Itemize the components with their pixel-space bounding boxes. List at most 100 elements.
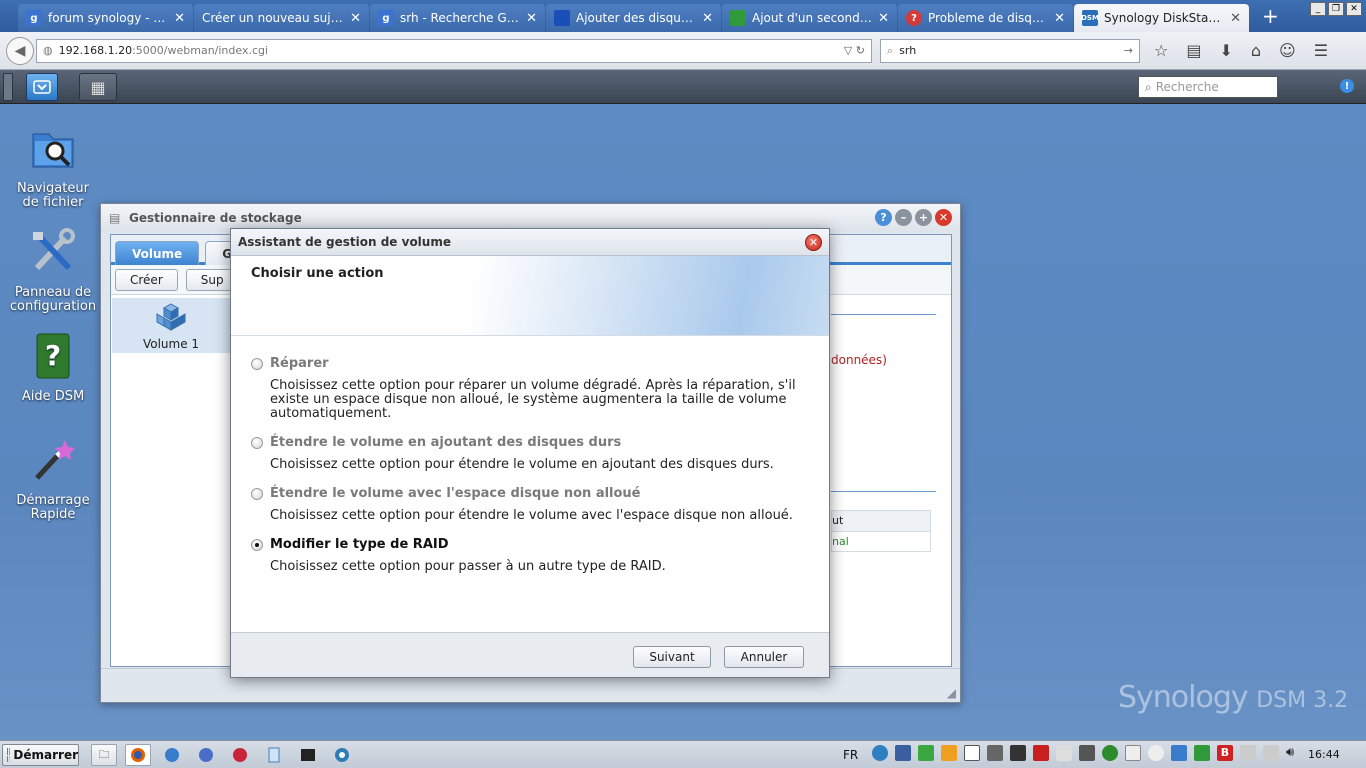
dialog-title[interactable]: Assistant de gestion de volume: [231, 229, 829, 256]
close-tab-icon[interactable]: ✕: [174, 11, 185, 26]
minimize-icon[interactable]: –: [895, 209, 912, 226]
new-tab-icon[interactable]: +: [1262, 4, 1279, 28]
tray-app-icon[interactable]: [1194, 745, 1210, 761]
tab-title: forum synology - Rech...: [48, 11, 169, 25]
bookmark-star-icon[interactable]: ☆: [1154, 41, 1168, 60]
desktop-icon-dsm-help[interactable]: ? Aide DSM: [3, 332, 103, 404]
reload-icon[interactable]: ▽ ↻: [844, 44, 865, 57]
app-icon[interactable]: [159, 744, 185, 766]
globe-icon: ◍: [43, 44, 53, 57]
close-icon[interactable]: ✕: [805, 234, 822, 251]
tray-app-icon[interactable]: [872, 745, 888, 761]
resize-grip-icon[interactable]: ◢: [947, 686, 956, 700]
menu-icon[interactable]: ☰: [1314, 41, 1328, 60]
disk-status-cell: nal: [832, 535, 849, 548]
browser-tab[interactable]: Ajouter des disques d... ✕: [546, 4, 721, 32]
synology-watermark: Synology DSM 3.2: [1118, 680, 1348, 715]
browser-tab-active[interactable]: DSM Synology DiskStation -... ✕: [1074, 4, 1249, 32]
app-icon[interactable]: [193, 744, 219, 766]
close-tab-icon[interactable]: ✕: [1230, 11, 1241, 26]
action-options: Réparer Choisissez cette option pour rép…: [231, 336, 829, 574]
maximize-icon[interactable]: +: [915, 209, 932, 226]
tray-app-icon[interactable]: [1033, 745, 1049, 761]
help-icon[interactable]: ?: [875, 209, 892, 226]
change-raid-radio[interactable]: [251, 538, 263, 551]
tray-app-icon[interactable]: [1010, 745, 1026, 761]
search-go-icon[interactable]: →: [1124, 44, 1133, 57]
create-button[interactable]: Créer: [115, 269, 178, 291]
divider: [831, 491, 936, 492]
language-indicator[interactable]: FR: [843, 748, 858, 762]
close-tab-icon[interactable]: ✕: [526, 11, 537, 26]
main-menu-button[interactable]: [26, 73, 58, 101]
download-icon[interactable]: ⬇: [1219, 41, 1232, 60]
browser-search-input[interactable]: ⌕ srh →: [880, 38, 1140, 63]
tray-app-icon[interactable]: [1102, 745, 1118, 761]
close-tab-icon[interactable]: ✕: [878, 11, 889, 26]
cancel-button[interactable]: Annuler: [724, 646, 804, 668]
browser-tab[interactable]: g srh - Recherche Google ✕: [370, 4, 545, 32]
tab-title: Ajout d'un second disq...: [752, 11, 872, 25]
notification-icon[interactable]: !: [1340, 79, 1354, 93]
app-icon[interactable]: [329, 744, 355, 766]
minimize-icon[interactable]: _: [1310, 2, 1326, 16]
tray-app-icon[interactable]: [1125, 745, 1141, 761]
console-icon[interactable]: [295, 744, 321, 766]
restore-icon[interactable]: ❐: [1328, 2, 1344, 16]
desktop-icon-label: Aide DSM: [21, 389, 85, 404]
chat-icon[interactable]: ☺: [1279, 41, 1296, 60]
tray-flag-icon[interactable]: [1056, 745, 1072, 761]
desktop-icon-file-browser[interactable]: Navigateur de fichier: [3, 124, 103, 210]
browser-tab[interactable]: g forum synology - Rech... ✕: [18, 4, 193, 32]
browser-tab[interactable]: Créer un nouveau sujet - ... ✕: [194, 4, 369, 32]
next-button[interactable]: Suivant: [633, 646, 711, 668]
windows-logo-icon: [7, 748, 11, 762]
start-button[interactable]: Démarrer: [2, 744, 79, 766]
option-description: Choisissez cette option pour étendre le …: [270, 508, 793, 523]
tray-app-icon[interactable]: [1079, 745, 1095, 761]
tray-app-icon[interactable]: [1148, 745, 1164, 761]
close-tab-icon[interactable]: ✕: [350, 11, 361, 26]
extend-unallocated-radio[interactable]: [251, 487, 263, 500]
clock[interactable]: 16:44: [1308, 748, 1340, 761]
media-icon[interactable]: [227, 744, 253, 766]
tray-app-icon[interactable]: [941, 745, 957, 761]
browser-tab[interactable]: Ajout d'un second disq... ✕: [722, 4, 897, 32]
tray-app-icon[interactable]: [1263, 745, 1279, 761]
chevron-down-icon: [33, 80, 51, 94]
url-bar[interactable]: ◍ 192.168.1.20:5000/webman/index.cgi ▽ ↻: [36, 38, 872, 63]
google-favicon-icon: g: [26, 10, 42, 26]
tray-app-icon[interactable]: [1171, 745, 1187, 761]
close-icon[interactable]: ✕: [935, 209, 952, 226]
tray-network-icon[interactable]: [895, 745, 911, 761]
tray-b-icon[interactable]: B: [1217, 745, 1233, 761]
window-title: Gestionnaire de stockage: [129, 211, 302, 225]
back-arrow-icon[interactable]: ◀: [6, 36, 34, 65]
close-window-icon[interactable]: ✕: [1346, 2, 1362, 16]
notepad-icon[interactable]: [261, 744, 287, 766]
tray-app-icon[interactable]: [987, 745, 1003, 761]
reading-list-icon[interactable]: ▤: [1186, 41, 1201, 60]
desktop-icon-control-panel[interactable]: Panneau de configuration: [3, 228, 103, 314]
browser-toolbar-icons: ☆ ▤ ⬇ ⌂ ☺ ☰: [1154, 41, 1328, 60]
desktop-icon-quick-start[interactable]: Démarrage Rapide: [3, 436, 103, 522]
extend-disks-radio[interactable]: [251, 436, 263, 449]
volume-cubes-icon: [156, 303, 186, 331]
tray-app-icon[interactable]: [918, 745, 934, 761]
close-tab-icon[interactable]: ✕: [1054, 11, 1065, 26]
file-browser-icon: [32, 133, 74, 168]
explorer-icon[interactable]: 🗀: [91, 744, 117, 766]
firefox-icon[interactable]: [125, 744, 151, 766]
repair-radio[interactable]: [251, 357, 263, 370]
home-icon[interactable]: ⌂: [1251, 41, 1261, 60]
volume-list-item[interactable]: Volume 1: [112, 298, 230, 353]
tray-app-icon[interactable]: [964, 745, 980, 761]
tab-volume[interactable]: Volume: [115, 241, 200, 265]
dsm-search-input[interactable]: ⌕ Recherche: [1138, 76, 1278, 98]
storage-manager-taskbar-button[interactable]: ▦: [79, 73, 117, 101]
volume-icon[interactable]: 🔊︎: [1286, 745, 1302, 761]
volume-list: Volume 1: [112, 298, 232, 666]
browser-tab[interactable]: ? Probleme de disque su... ✕: [898, 4, 1073, 32]
tray-app-icon[interactable]: [1240, 745, 1256, 761]
close-tab-icon[interactable]: ✕: [702, 11, 713, 26]
